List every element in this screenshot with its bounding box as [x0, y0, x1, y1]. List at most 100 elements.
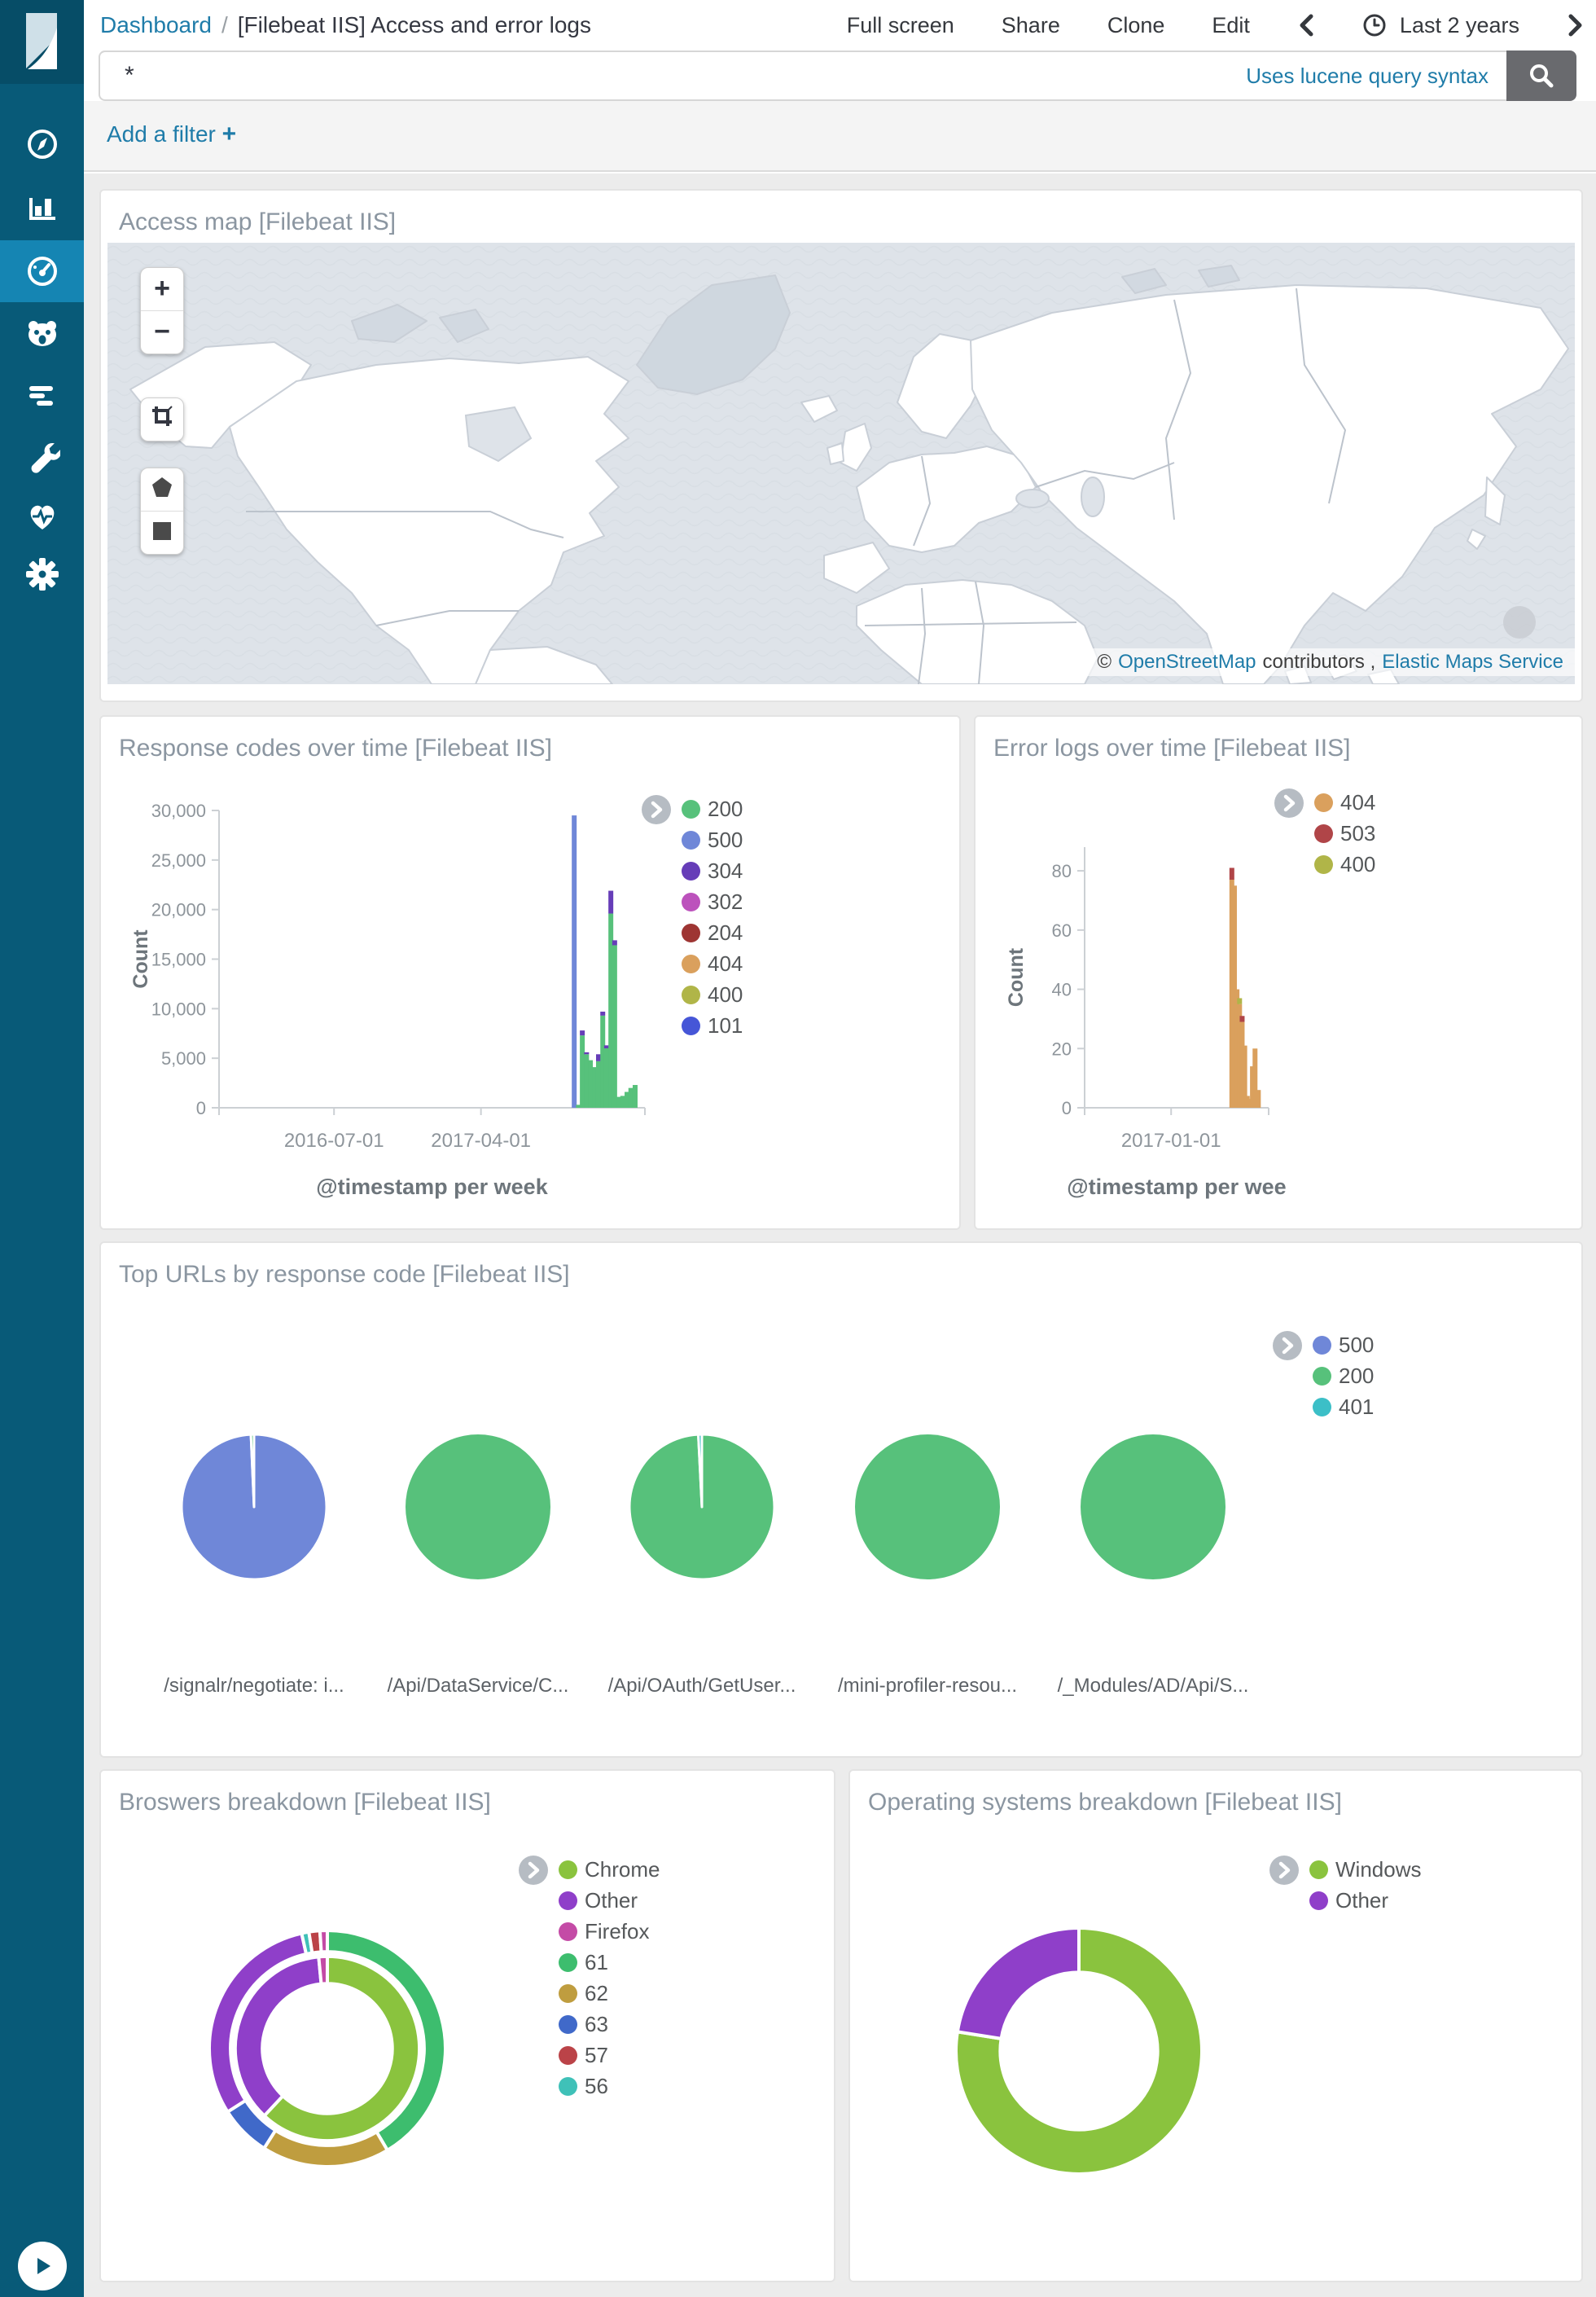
legend-item[interactable]: Other: [559, 1885, 660, 1916]
legend-item[interactable]: 57: [559, 2040, 660, 2071]
sidebar-item-timelion[interactable]: [0, 302, 84, 364]
legend-toggle-chevron-icon[interactable]: [1272, 1330, 1303, 1361]
pie-chart[interactable]: [850, 1430, 1005, 1584]
search-input[interactable]: [123, 57, 1185, 94]
legend-item[interactable]: 200: [1313, 1360, 1374, 1391]
legend-item[interactable]: 500: [1313, 1329, 1374, 1360]
legend-color-dot: [559, 2046, 577, 2065]
pie-chart[interactable]: [625, 1430, 779, 1584]
page-title: [Filebeat IIS] Access and error logs: [238, 12, 591, 38]
browsers-panel: Broswers breakdown [Filebeat IIS] Chrome…: [99, 1769, 835, 2282]
legend-label: Other: [585, 1888, 638, 1913]
pie-chart[interactable]: [177, 1430, 331, 1584]
elastic-maps-service-link[interactable]: Elastic Maps Service: [1382, 651, 1563, 674]
legend-item[interactable]: 500: [682, 824, 743, 855]
legend-item[interactable]: Firefox: [559, 1916, 660, 1947]
zoom-in-button[interactable]: +: [141, 268, 183, 310]
legend-color-dot: [1314, 855, 1333, 874]
legend-item[interactable]: 62: [559, 1978, 660, 2009]
draw-polygon-button[interactable]: [141, 468, 183, 511]
legend-item[interactable]: 204: [682, 917, 743, 948]
legend-toggle-chevron-icon[interactable]: [1269, 1855, 1300, 1886]
time-forward-chevron-icon[interactable]: [1567, 13, 1585, 37]
svg-text:20: 20: [1052, 1039, 1072, 1059]
error-logs-panel: Error logs over time [Filebeat IIS] 0204…: [974, 715, 1583, 1230]
legend-color-dot: [1313, 1398, 1331, 1416]
legend-label: 56: [585, 2074, 608, 2099]
clone-button[interactable]: Clone: [1107, 13, 1165, 38]
sidebar-item-settings[interactable]: [0, 543, 84, 605]
legend-label: 400: [708, 982, 743, 1008]
sidebar-item-dev-tools[interactable]: [0, 364, 84, 426]
world-map-svg: [107, 243, 1575, 684]
openstreetmap-link[interactable]: OpenStreetMap: [1118, 651, 1256, 674]
legend-item[interactable]: 200: [682, 793, 743, 824]
legend-item[interactable]: Other: [1309, 1885, 1421, 1916]
legend-toggle-chevron-icon[interactable]: [1274, 788, 1304, 819]
world-map[interactable]: + −: [107, 243, 1575, 684]
top-urls-panel: Top URLs by response code [Filebeat IIS]…: [99, 1241, 1583, 1758]
pie-svg: [1076, 1430, 1230, 1584]
lucene-syntax-link[interactable]: Uses lucene query syntax: [1246, 64, 1489, 89]
pie-chart[interactable]: [1076, 1430, 1230, 1584]
os-donut-chart[interactable]: [956, 1928, 1202, 2174]
search-button[interactable]: [1506, 51, 1576, 101]
legend-item[interactable]: Windows: [1309, 1854, 1421, 1885]
legend-toggle-chevron-icon[interactable]: [641, 794, 672, 825]
legend-item[interactable]: 400: [1314, 849, 1375, 880]
sidebar-item-dashboard[interactable]: [0, 240, 84, 302]
breadcrumb-dashboard-link[interactable]: Dashboard: [100, 12, 212, 38]
access-map-panel: Access map [Filebeat IIS]: [99, 189, 1583, 702]
kibana-logo[interactable]: [0, 0, 84, 84]
legend-item[interactable]: 61: [559, 1947, 660, 1978]
legend-label: 57: [585, 2043, 608, 2068]
pie-chart[interactable]: [401, 1430, 555, 1584]
legend-item[interactable]: 101: [682, 1010, 743, 1041]
sidebar-item-monitoring[interactable]: [0, 485, 84, 547]
legend-label: Chrome: [585, 1857, 660, 1882]
legend-item[interactable]: 503: [1314, 818, 1375, 849]
add-filter-link[interactable]: Add a filter +: [107, 121, 236, 148]
legend-item[interactable]: 304: [682, 855, 743, 886]
response-codes-chart[interactable]: 05,00010,00015,00020,00025,00030,0002016…: [101, 766, 959, 1222]
legend-item[interactable]: Chrome: [559, 1854, 660, 1885]
browsers-donut-chart[interactable]: [209, 1930, 445, 2167]
sidebar-item-discover[interactable]: [0, 113, 84, 175]
legend-color-dot: [1309, 1891, 1328, 1910]
sidebar-collapse-button[interactable]: [18, 2242, 67, 2290]
pie-label: /Api/OAuth/GetUser...: [588, 1675, 816, 1697]
legend-color-dot: [1314, 824, 1333, 843]
legend-toggle-chevron-icon[interactable]: [518, 1855, 549, 1886]
svg-text:Count: Count: [129, 929, 152, 989]
fit-data-bounds-button[interactable]: [141, 398, 183, 441]
legend-color-dot: [682, 862, 700, 881]
sidebar: [0, 0, 84, 2297]
edit-button[interactable]: Edit: [1212, 13, 1250, 38]
legend-label: 401: [1339, 1394, 1374, 1420]
zoom-out-button[interactable]: −: [141, 311, 183, 354]
time-range-label: Last 2 years: [1400, 13, 1519, 38]
os-panel: Operating systems breakdown [Filebeat II…: [848, 1769, 1583, 2282]
legend-item[interactable]: 404: [682, 948, 743, 979]
legend-item[interactable]: 302: [682, 886, 743, 917]
svg-text:80: 80: [1052, 861, 1072, 881]
pie-svg: [401, 1430, 555, 1584]
legend-item[interactable]: 56: [559, 2071, 660, 2102]
time-picker[interactable]: Last 2 years: [1362, 13, 1519, 38]
legend-item[interactable]: 400: [682, 979, 743, 1010]
map-attribution-toggle[interactable]: [1503, 606, 1536, 639]
full-screen-button[interactable]: Full screen: [847, 13, 954, 38]
sidebar-item-visualize[interactable]: [0, 175, 84, 237]
time-back-chevron-icon[interactable]: [1297, 13, 1315, 37]
search-icon: [1528, 62, 1555, 90]
legend-color-dot: [559, 1984, 577, 2003]
pie-label: /signalr/negotiate: i...: [140, 1675, 368, 1697]
chart-legend: 200500304302 204404 400101: [641, 793, 743, 1041]
sidebar-item-management[interactable]: [0, 426, 84, 488]
legend-item[interactable]: 401: [1313, 1391, 1374, 1422]
share-button[interactable]: Share: [1002, 13, 1060, 38]
legend-item[interactable]: 63: [559, 2009, 660, 2040]
legend-label: 204: [708, 920, 743, 946]
legend-item[interactable]: 404: [1314, 787, 1375, 818]
draw-rectangle-button[interactable]: [141, 512, 183, 554]
